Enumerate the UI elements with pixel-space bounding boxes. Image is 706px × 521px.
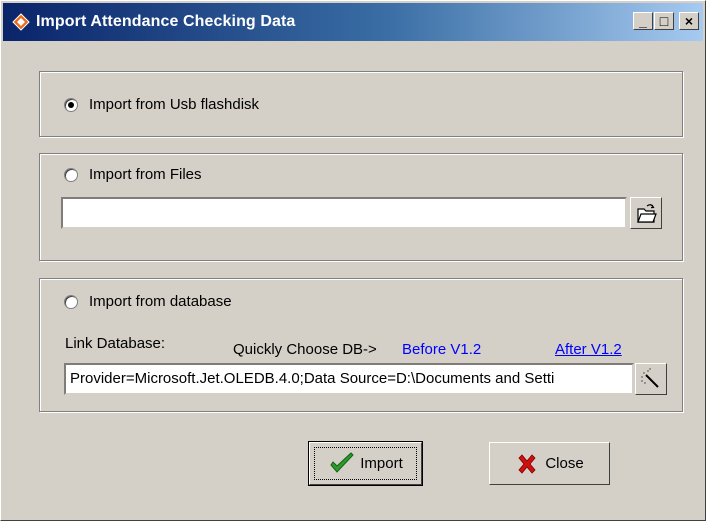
- folder-open-icon: [637, 204, 657, 223]
- red-x-icon: [518, 453, 536, 474]
- after-v12-link[interactable]: After V1.2: [555, 341, 622, 358]
- maximize-button[interactable]: □: [654, 12, 674, 30]
- app-icon: [12, 13, 30, 31]
- radio-import-database[interactable]: Import from database: [64, 293, 232, 310]
- import-button-focus-rect: [314, 447, 417, 480]
- quick-choose-label: Quickly Choose DB->: [233, 341, 377, 358]
- file-path-input[interactable]: [61, 197, 627, 229]
- radio-import-files[interactable]: Import from Files: [64, 166, 202, 183]
- radio-import-usb[interactable]: Import from Usb flashdisk: [64, 96, 259, 113]
- link-database-label: Link Database:: [65, 335, 166, 352]
- radio-database-indicator[interactable]: [64, 294, 78, 309]
- close-window-button[interactable]: ×: [679, 12, 699, 30]
- connection-string-input[interactable]: Provider=Microsoft.Jet.OLEDB.4.0;Data So…: [64, 363, 634, 395]
- import-dialog: Import Attendance Checking Data _ □ × Im…: [0, 0, 706, 521]
- minimize-button[interactable]: _: [633, 12, 653, 30]
- import-button[interactable]: Import: [308, 441, 423, 486]
- radio-files-label: Import from Files: [89, 166, 202, 183]
- close-button-label: Close: [545, 455, 584, 472]
- window-title: Import Attendance Checking Data: [36, 13, 296, 30]
- files-import-group: Import from Files: [39, 153, 683, 261]
- build-connection-button[interactable]: [635, 363, 667, 395]
- usb-import-group: Import from Usb flashdisk: [39, 71, 683, 137]
- magic-wand-icon: [641, 368, 659, 388]
- browse-file-button[interactable]: [630, 197, 662, 229]
- close-button[interactable]: Close: [489, 442, 610, 485]
- radio-usb-label: Import from Usb flashdisk: [89, 96, 260, 113]
- radio-usb-indicator[interactable]: [64, 97, 78, 112]
- radio-database-label: Import from database: [89, 293, 232, 310]
- title-bar[interactable]: Import Attendance Checking Data _ □ ×: [3, 3, 703, 41]
- database-import-group: Import from database Link Database: Quic…: [39, 278, 683, 412]
- before-v12-link[interactable]: Before V1.2: [402, 341, 481, 358]
- radio-files-indicator[interactable]: [64, 167, 78, 182]
